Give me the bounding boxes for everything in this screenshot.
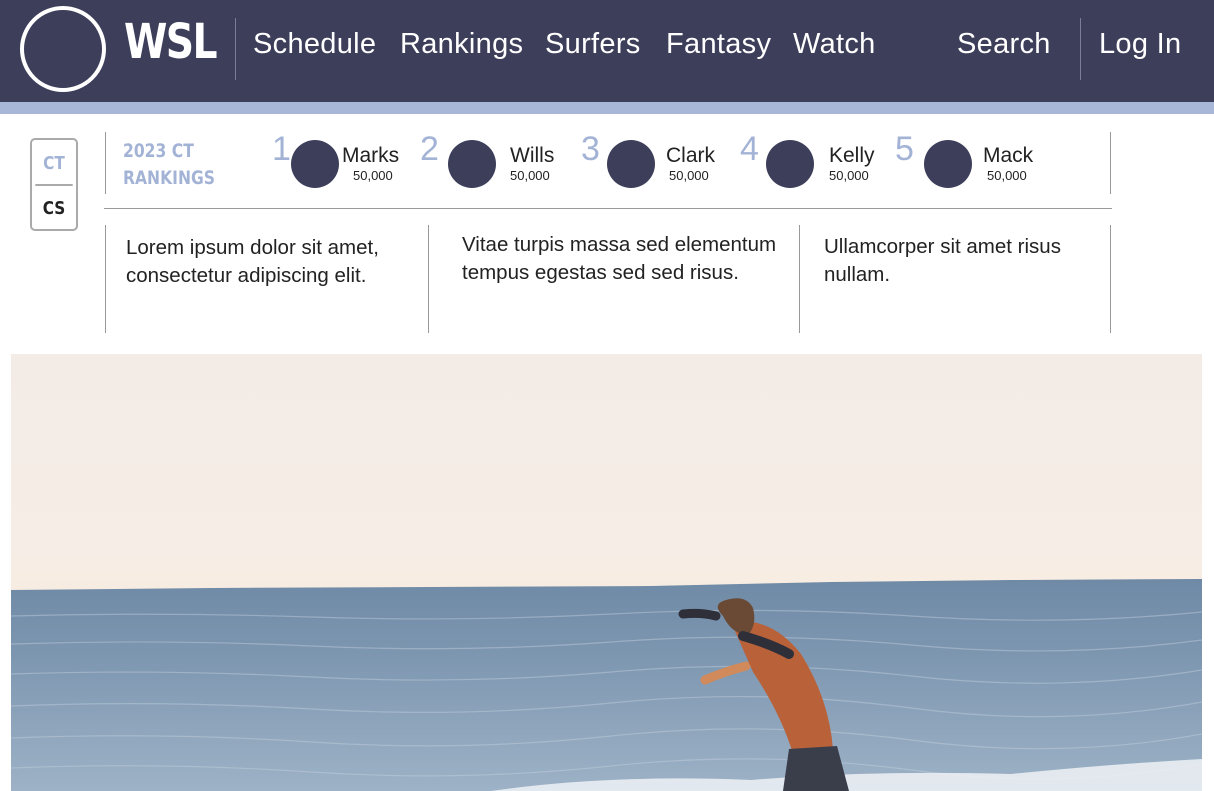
article-teaser[interactable]: Lorem ipsum dolor sit amet, consectetur …: [126, 234, 406, 289]
rank-number: 4: [740, 130, 759, 168]
surfer-name[interactable]: Clark: [666, 144, 715, 168]
article-divider: [428, 225, 429, 333]
surfer-avatar[interactable]: [924, 140, 972, 188]
surfer-points: 50,000: [987, 168, 1027, 183]
rank-number: 3: [581, 130, 600, 168]
nav-watch[interactable]: Watch: [793, 28, 876, 61]
search-button[interactable]: Search: [957, 28, 1051, 61]
surfer-points: 50,000: [510, 168, 550, 183]
nav-surfers[interactable]: Surfers: [545, 28, 641, 61]
sea-shape: [11, 579, 1202, 791]
surfer-avatar[interactable]: [766, 140, 814, 188]
article-teaser[interactable]: Ullamcorper sit amet risus nullam.: [824, 233, 1094, 288]
article-divider: [105, 225, 106, 333]
article-divider: [1110, 225, 1111, 333]
article-divider: [799, 225, 800, 333]
nav-fantasy[interactable]: Fantasy: [666, 28, 771, 61]
rank-number: 1: [272, 130, 291, 168]
surfer-points: 50,000: [353, 168, 393, 183]
header-divider: [1080, 18, 1081, 80]
site-header: WSL Schedule Rankings Surfers Fantasy Wa…: [0, 0, 1214, 104]
nav-rankings[interactable]: Rankings: [400, 28, 523, 61]
surfer-avatar[interactable]: [291, 140, 339, 188]
surfer-avatar[interactable]: [448, 140, 496, 188]
header-accent-strip: [0, 102, 1214, 114]
rankings-divider: [1110, 132, 1111, 194]
rankings-title: 2023 CT RANKINGS: [123, 140, 216, 189]
rank-number: 5: [895, 130, 914, 168]
tour-toggle: CT CS: [30, 138, 78, 231]
article-teaser[interactable]: Vitae turpis massa sed elementum tempus …: [462, 231, 782, 286]
header-divider: [235, 18, 236, 80]
surfer-name[interactable]: Marks: [342, 144, 399, 168]
hero-image[interactable]: [11, 354, 1202, 791]
logo-icon[interactable]: [20, 6, 106, 92]
surfer-points: 50,000: [829, 168, 869, 183]
nav-schedule[interactable]: Schedule: [253, 28, 376, 61]
surfer-name[interactable]: Kelly: [829, 144, 875, 168]
surfer-name[interactable]: Mack: [983, 144, 1033, 168]
rankings-divider: [105, 132, 106, 194]
surfer-name[interactable]: Wills: [510, 144, 554, 168]
surfer-photo: [11, 579, 1202, 791]
surfer-points: 50,000: [669, 168, 709, 183]
rank-number: 2: [420, 130, 439, 168]
surfer-avatar[interactable]: [607, 140, 655, 188]
login-button[interactable]: Log In: [1099, 28, 1181, 61]
toggle-cs-button[interactable]: CS: [35, 186, 72, 230]
toggle-ct-button[interactable]: CT: [35, 142, 73, 186]
logo-text[interactable]: WSL: [124, 14, 218, 70]
rankings-separator: [104, 208, 1112, 209]
